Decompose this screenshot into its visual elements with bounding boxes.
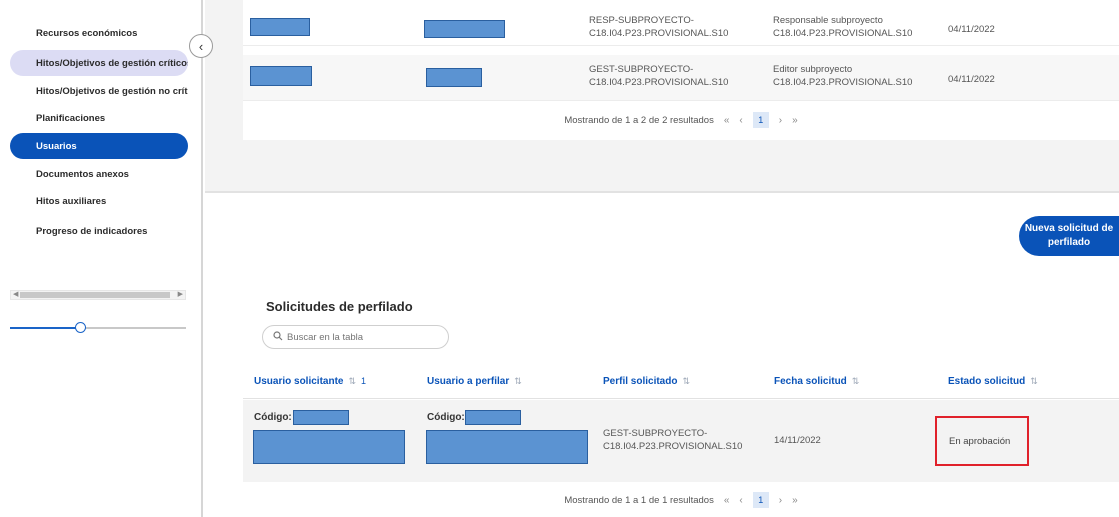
sidebar-item-hitos-criticos[interactable]: Hitos/Objetivos de gestión críticos xyxy=(10,50,188,76)
status-highlight: En aprobación xyxy=(935,416,1029,466)
slider-handle[interactable] xyxy=(75,322,86,333)
pagination: Mostrando de 1 a 2 de 2 resultados « ‹ 1… xyxy=(243,102,1119,138)
scroll-left-icon[interactable]: ◀ xyxy=(13,290,18,298)
scrollbar-thumb[interactable] xyxy=(20,292,170,298)
sort-icon[interactable]: ⇅ xyxy=(514,376,522,386)
table-row[interactable]: GEST-SUBPROYECTO-C18.I04.P23.PROVISIONAL… xyxy=(243,55,1119,101)
perfil-solicitado: GEST-SUBPROYECTO-C18.I04.P23.PROVISIONAL… xyxy=(603,428,743,452)
fecha-solicitud: 14/11/2022 xyxy=(774,435,821,446)
row-date: 04/11/2022 xyxy=(948,24,995,35)
sort-icon[interactable]: ⇅ xyxy=(348,376,356,386)
column-usuario-a-perfilar[interactable]: Usuario a perfilar ⇅ xyxy=(427,376,522,387)
sidebar-item-usuarios[interactable]: Usuarios xyxy=(10,133,188,159)
redacted-field xyxy=(465,410,521,425)
sidebar-item-progreso[interactable]: Progreso de indicadores xyxy=(10,218,188,244)
table-row[interactable]: RESP-SUBPROYECTO-C18.I04.P23.PROVISIONAL… xyxy=(243,0,1119,46)
search-box[interactable] xyxy=(262,325,449,349)
zoom-slider[interactable] xyxy=(10,322,186,333)
sidebar-item-hitos-auxiliares[interactable]: Hitos auxiliares xyxy=(10,188,188,214)
profile-description: Responsable subproyecto C18.I04.P23.PROV… xyxy=(773,15,913,39)
row-date: 04/11/2022 xyxy=(948,74,995,85)
column-usuario-solicitante[interactable]: Usuario solicitante ⇅ 1 xyxy=(254,376,366,387)
main-content: RESP-SUBPROYECTO-C18.I04.P23.PROVISIONAL… xyxy=(205,0,1119,517)
profile-code: GEST-SUBPROYECTO-C18.I04.P23.PROVISIONAL… xyxy=(589,64,729,88)
sort-icon[interactable]: ⇅ xyxy=(852,376,860,386)
sidebar-item-recursos[interactable]: Recursos económicos xyxy=(10,20,188,46)
next-page-icon[interactable]: › xyxy=(779,115,782,126)
sort-icon[interactable]: ⇅ xyxy=(1030,376,1038,386)
page-number[interactable]: 1 xyxy=(752,112,769,128)
table-header: Usuario solicitante ⇅ 1 Usuario a perfilar… xyxy=(243,365,1119,399)
redacted-field xyxy=(424,20,505,38)
page-number[interactable]: 1 xyxy=(752,492,769,508)
redacted-field xyxy=(426,68,482,87)
pagination: Mostrando de 1 a 1 de 1 resultados « ‹ 1… xyxy=(243,483,1119,517)
new-request-button[interactable]: Nueva solicitud de perfilado xyxy=(1019,216,1119,256)
column-estado-solicitud[interactable]: Estado solicitud ⇅ xyxy=(948,376,1038,387)
codigo-label: Código: xyxy=(427,412,465,423)
search-icon xyxy=(273,330,283,344)
sidebar-item-documentos[interactable]: Documentos anexos xyxy=(10,161,188,187)
column-label: Perfil solicitado xyxy=(603,376,678,387)
collapse-sidebar-button[interactable]: ‹ xyxy=(189,34,213,58)
redacted-field xyxy=(253,430,405,464)
sidebar: Recursos económicos Hitos/Objetivos de g… xyxy=(0,0,203,517)
codigo-label: Código: xyxy=(254,412,292,423)
sidebar-item-planificaciones[interactable]: Planificaciones xyxy=(10,105,188,131)
prev-page-icon[interactable]: ‹ xyxy=(739,495,742,506)
profile-description: Editor subproyecto C18.I04.P23.PROVISION… xyxy=(773,64,913,88)
redacted-field xyxy=(293,410,349,425)
pagination-summary: Mostrando de 1 a 1 de 1 resultados xyxy=(564,494,714,506)
last-page-icon[interactable]: » xyxy=(792,495,798,506)
column-label: Fecha solicitud xyxy=(774,376,847,387)
column-label: Estado solicitud xyxy=(948,376,1026,387)
redacted-field xyxy=(250,18,310,36)
sidebar-item-hitos-no-criticos[interactable]: Hitos/Objetivos de gestión no críticos xyxy=(10,78,188,104)
column-label: Usuario a perfilar xyxy=(427,376,510,387)
profile-code: RESP-SUBPROYECTO-C18.I04.P23.PROVISIONAL… xyxy=(589,15,729,39)
search-input[interactable] xyxy=(287,331,437,343)
slider-fill xyxy=(10,327,80,329)
pagination-summary: Mostrando de 1 a 2 de 2 resultados xyxy=(564,114,714,126)
sort-icon[interactable]: ⇅ xyxy=(682,376,690,386)
column-perfil-solicitado[interactable]: Perfil solicitado ⇅ xyxy=(603,376,690,387)
redacted-field xyxy=(250,66,312,86)
prev-page-icon[interactable]: ‹ xyxy=(739,115,742,126)
column-fecha-solicitud[interactable]: Fecha solicitud ⇅ xyxy=(774,376,859,387)
next-page-icon[interactable]: › xyxy=(779,495,782,506)
sort-order: 1 xyxy=(361,376,367,386)
last-page-icon[interactable]: » xyxy=(792,115,798,126)
section-title: Solicitudes de perfilado xyxy=(266,299,413,314)
estado-solicitud: En aprobación xyxy=(949,436,1011,447)
horizontal-scrollbar[interactable]: ◀ ▶ xyxy=(10,290,186,300)
chevron-left-icon: ‹ xyxy=(198,38,204,54)
column-label: Usuario solicitante xyxy=(254,376,344,387)
first-page-icon[interactable]: « xyxy=(724,115,730,126)
users-section: RESP-SUBPROYECTO-C18.I04.P23.PROVISIONAL… xyxy=(205,0,1119,193)
scroll-right-icon[interactable]: ▶ xyxy=(178,290,183,298)
first-page-icon[interactable]: « xyxy=(724,495,730,506)
pagination-bottom: Mostrando de 1 a 1 de 1 resultados « ‹ 1… xyxy=(243,483,1119,517)
redacted-field xyxy=(426,430,588,464)
users-table: RESP-SUBPROYECTO-C18.I04.P23.PROVISIONAL… xyxy=(243,0,1119,140)
